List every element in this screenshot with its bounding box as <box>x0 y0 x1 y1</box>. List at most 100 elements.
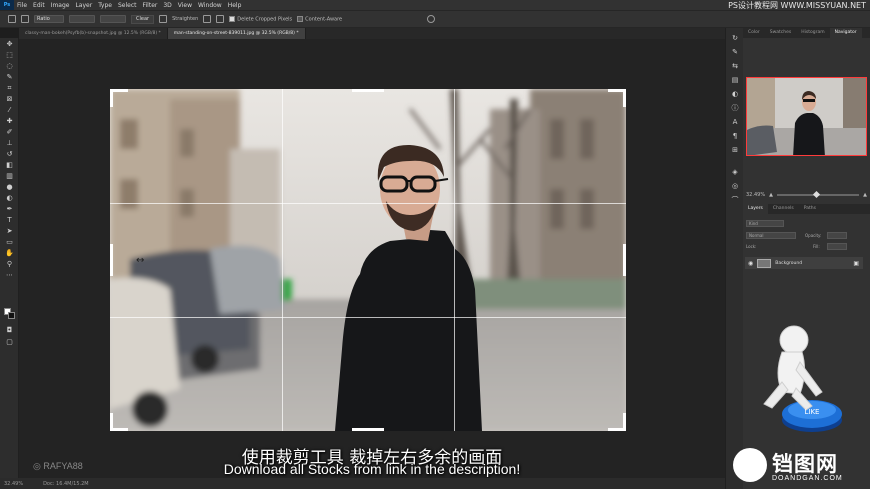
blur-tool-icon[interactable]: ● <box>5 183 14 192</box>
canvas-area[interactable]: ↔ ◎ RAFYA88 使用裁剪工具 裁掉左右多余的画面 Download al… <box>19 39 725 479</box>
tab-channels[interactable]: Channels <box>768 204 799 214</box>
navigator-thumbnail[interactable] <box>746 77 867 156</box>
eyedropper-tool-icon[interactable]: ⁄ <box>5 106 14 115</box>
lasso-tool-icon[interactable]: ◌ <box>5 62 14 71</box>
tab-document-1[interactable]: classy-man-bokeh(Psyfb(b)-snapshot.jpg @… <box>19 28 168 39</box>
checkbox-icon <box>229 15 236 22</box>
quick-mask-icon[interactable]: ◘ <box>5 326 14 335</box>
crop-handle-bottom[interactable] <box>352 428 384 431</box>
tab-swatches[interactable]: Swatches <box>765 28 797 38</box>
brush-tool-icon[interactable]: ✐ <box>5 128 14 137</box>
hand-tool-icon[interactable]: ✋ <box>5 249 14 258</box>
color-swatches[interactable] <box>4 308 15 319</box>
crop-grid-line <box>454 89 455 431</box>
content-aware-checkbox[interactable]: Content-Aware <box>297 15 342 22</box>
zoom-tool-icon[interactable]: ⚲ <box>5 260 14 269</box>
type-tool-icon[interactable]: T <box>5 216 14 225</box>
fill-field[interactable] <box>827 243 847 250</box>
menu-help[interactable]: Help <box>225 2 245 9</box>
paragraph-icon[interactable]: ¶ <box>731 132 739 140</box>
tab-document-2[interactable]: man-standing-on-street-839011.jpg @ 32.5… <box>167 28 306 39</box>
crop-tool-icon[interactable] <box>21 15 29 23</box>
gradient-tool-icon[interactable]: ▥ <box>5 172 14 181</box>
paths-icon[interactable]: ⌒ <box>731 196 739 204</box>
tab-navigator[interactable]: Navigator <box>829 28 862 38</box>
screen-mode-icon[interactable]: ▢ <box>5 338 14 347</box>
layer-kind-filter[interactable]: Kind <box>746 220 784 227</box>
pen-tool-icon[interactable]: ✒ <box>5 205 14 214</box>
layers-icon[interactable]: ◈ <box>731 168 739 176</box>
properties-icon[interactable]: ▤ <box>731 76 739 84</box>
more-tools-icon[interactable]: ⋯ <box>5 271 14 280</box>
channels-icon[interactable]: ◎ <box>731 182 739 190</box>
layer-name: Background <box>775 260 803 266</box>
zoom-slider[interactable] <box>776 190 860 199</box>
glyphs-icon[interactable]: ⊞ <box>731 146 739 154</box>
straighten-icon[interactable] <box>159 15 168 23</box>
crop-handle-top-right[interactable] <box>623 89 626 107</box>
history-icon[interactable]: ↻ <box>731 34 739 42</box>
menu-filter[interactable]: Filter <box>140 2 161 9</box>
zoom-in-icon[interactable]: ▲ <box>863 192 867 198</box>
crop-handle-bottom-right[interactable] <box>623 413 626 431</box>
zoom-slider-knob[interactable] <box>812 190 820 199</box>
menu-view[interactable]: View <box>175 2 195 9</box>
overlay-grid-icon[interactable] <box>203 15 212 23</box>
clone-source-icon[interactable]: ⇆ <box>731 62 739 70</box>
eye-icon[interactable]: ◉ <box>748 260 753 267</box>
info-icon[interactable]: ⓘ <box>731 104 739 112</box>
fill-label: Fill: <box>813 244 820 249</box>
width-field[interactable] <box>69 15 95 23</box>
healing-brush-tool-icon[interactable]: ✚ <box>5 117 14 126</box>
opacity-field[interactable] <box>827 232 847 239</box>
background-color-swatch[interactable] <box>8 312 15 319</box>
clone-stamp-tool-icon[interactable]: ⊥ <box>5 139 14 148</box>
delete-cropped-label: Delete Cropped Pixels <box>237 16 293 23</box>
height-field[interactable] <box>100 15 126 23</box>
crop-handle-top[interactable] <box>352 89 384 92</box>
document-image[interactable] <box>110 89 626 431</box>
menu-window[interactable]: Window <box>195 2 225 9</box>
path-select-tool-icon[interactable]: ➤ <box>5 227 14 236</box>
brush-settings-icon[interactable]: ✎ <box>731 48 739 56</box>
menu-select[interactable]: Select <box>115 2 140 9</box>
photoshop-logo[interactable]: Ps <box>0 0 14 10</box>
crop-tool-icon[interactable]: ⌗ <box>5 84 14 93</box>
quick-select-tool-icon[interactable]: ✎ <box>5 73 14 82</box>
menu-layer[interactable]: Layer <box>72 2 95 9</box>
delete-cropped-checkbox[interactable]: Delete Cropped Pixels <box>229 15 293 23</box>
crop-handle-bottom-left[interactable] <box>110 413 113 431</box>
adjustments-icon[interactable]: ◐ <box>731 90 739 98</box>
blend-mode-dropdown[interactable]: Normal <box>746 232 796 239</box>
menu-edit[interactable]: Edit <box>30 2 48 9</box>
menu-file[interactable]: File <box>14 2 30 9</box>
ratio-dropdown[interactable]: Ratio <box>34 15 64 23</box>
zoom-out-icon[interactable]: ▲ <box>769 192 773 198</box>
home-icon[interactable] <box>8 15 16 23</box>
clear-button[interactable]: Clear <box>131 14 155 24</box>
tab-paths[interactable]: Paths <box>799 204 821 214</box>
menu-3d[interactable]: 3D <box>160 2 174 9</box>
crop-handle-left[interactable] <box>110 244 113 276</box>
move-tool-icon[interactable]: ✥ <box>5 40 14 49</box>
status-zoom[interactable]: 32.49% <box>4 481 23 487</box>
history-brush-tool-icon[interactable]: ↺ <box>5 150 14 159</box>
menu-image[interactable]: Image <box>48 2 73 9</box>
gear-icon[interactable] <box>216 15 225 23</box>
rectangle-tool-icon[interactable]: ▭ <box>5 238 14 247</box>
crop-handle-right[interactable] <box>623 244 626 276</box>
dodge-tool-icon[interactable]: ◐ <box>5 194 14 203</box>
character-icon[interactable]: A <box>731 118 739 126</box>
crop-handle-top-left[interactable] <box>110 89 113 107</box>
tab-color[interactable]: Color <box>743 28 765 38</box>
eraser-tool-icon[interactable]: ◧ <box>5 161 14 170</box>
tab-layers[interactable]: Layers <box>743 204 768 214</box>
tab-histogram[interactable]: Histogram <box>796 28 829 38</box>
brand-logo-en: DOANDGAN.COM <box>772 475 843 482</box>
marquee-tool-icon[interactable]: ⬚ <box>5 51 14 60</box>
reset-icon[interactable] <box>427 15 436 23</box>
menu-type[interactable]: Type <box>95 2 115 9</box>
layer-row-background[interactable]: ◉ Background ▣ <box>745 257 863 269</box>
navigator-zoom-value[interactable]: 32.49% <box>746 192 765 198</box>
frame-tool-icon[interactable]: ⊠ <box>5 95 14 104</box>
